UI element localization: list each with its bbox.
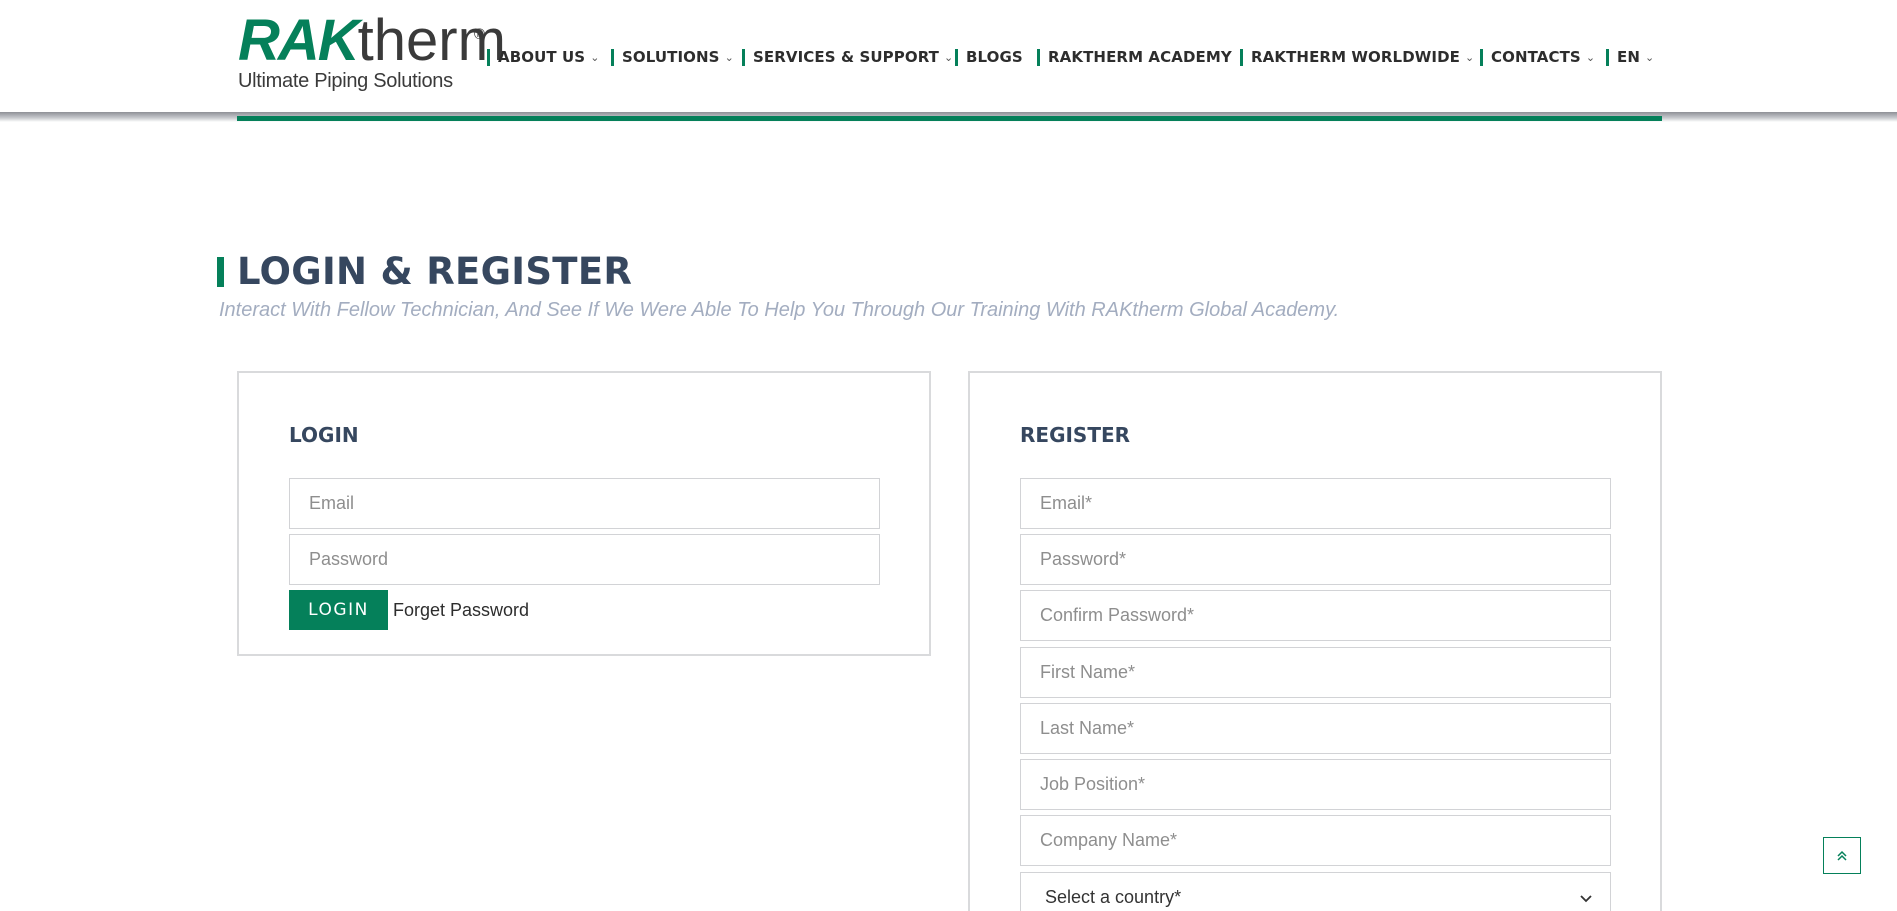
logo-wordmark: RAKtherm [238, 8, 506, 73]
nav-item-about-us[interactable]: ABOUT US ⌄ [487, 46, 599, 68]
nav-item-language[interactable]: EN ⌄ [1606, 46, 1654, 68]
page-title: LOGIN & REGISTER [237, 250, 633, 293]
site-header: RAKtherm ® Ultimate Piping Solutions ABO… [0, 0, 1897, 114]
nav-item-blogs[interactable]: BLOGS [955, 46, 1023, 68]
login-panel: LOGIN LOGIN Forget Password [237, 371, 931, 656]
title-accent-bar [217, 257, 224, 287]
register-first-name-input[interactable] [1020, 647, 1611, 698]
chevron-down-icon: ⌄ [724, 50, 734, 64]
nav-item-services-support[interactable]: SERVICES & SUPPORT ⌄ [742, 46, 953, 68]
page-subtitle: Interact With Fellow Technician, And See… [219, 299, 1340, 321]
nav-separator [955, 48, 958, 66]
nav-item-raktherm-academy[interactable]: RAKTHERM ACADEMY [1037, 46, 1232, 68]
register-email-input[interactable] [1020, 478, 1611, 529]
raktherm-logo[interactable]: RAKtherm ® Ultimate Piping Solutions [238, 10, 506, 94]
country-select[interactable]: Select a country* [1020, 872, 1611, 911]
nav-item-solutions[interactable]: SOLUTIONS ⌄ [611, 46, 734, 68]
register-company-name-input[interactable] [1020, 815, 1611, 866]
chevron-down-icon: ⌄ [1645, 50, 1655, 64]
country-select-value: Select a country* [1045, 887, 1182, 907]
nav-label: BLOGS [966, 48, 1023, 66]
chevron-down-icon [1580, 894, 1592, 902]
login-title: LOGIN [289, 423, 359, 447]
back-to-top-button[interactable] [1823, 837, 1861, 874]
nav-separator [1606, 48, 1609, 66]
register-confirm-password-input[interactable] [1020, 590, 1611, 641]
register-panel: REGISTER Select a country* [968, 371, 1662, 911]
register-password-input[interactable] [1020, 534, 1611, 585]
nav-label: RAKTHERM WORLDWIDE [1251, 48, 1460, 66]
nav-label: CONTACTS [1491, 48, 1581, 66]
nav-item-raktherm-worldwide[interactable]: RAKTHERM WORLDWIDE ⌄ [1240, 46, 1474, 68]
nav-item-contacts[interactable]: CONTACTS ⌄ [1480, 46, 1595, 68]
nav-separator [487, 48, 490, 66]
chevron-down-icon: ⌄ [944, 50, 954, 64]
register-title: REGISTER [1020, 423, 1131, 447]
nav-label: EN [1617, 48, 1641, 66]
nav-separator [742, 48, 745, 66]
registered-mark: ® [474, 26, 486, 43]
chevron-down-icon: ⌄ [590, 50, 600, 64]
forget-password-link[interactable]: Forget Password [393, 600, 529, 621]
chevron-down-icon: ⌄ [1585, 50, 1596, 64]
nav-label: ABOUT US [498, 48, 586, 66]
nav-separator [1480, 48, 1483, 66]
login-email-input[interactable] [289, 478, 880, 529]
nav-separator [611, 48, 614, 66]
header-accent-line [237, 116, 1662, 121]
nav-separator [1037, 48, 1040, 66]
nav-separator [1240, 48, 1243, 66]
double-chevron-up-icon [1837, 850, 1847, 861]
login-button[interactable]: LOGIN [289, 590, 388, 630]
nav-label: SERVICES & SUPPORT [753, 48, 940, 66]
chevron-down-icon: ⌄ [1465, 50, 1475, 64]
register-last-name-input[interactable] [1020, 703, 1611, 754]
login-password-input[interactable] [289, 534, 880, 585]
nav-label: SOLUTIONS [622, 48, 720, 66]
nav-label: RAKTHERM ACADEMY [1048, 48, 1232, 66]
logo-tagline: Ultimate Piping Solutions [238, 70, 453, 92]
register-job-position-input[interactable] [1020, 759, 1611, 810]
